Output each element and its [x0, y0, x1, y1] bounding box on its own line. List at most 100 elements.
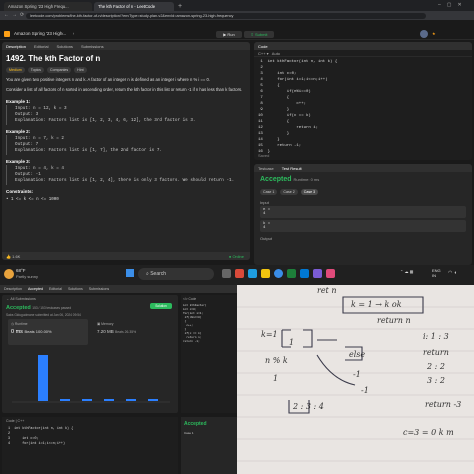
- difficulty-badge[interactable]: Medium: [6, 67, 25, 73]
- tray-icons[interactable]: ⌃ ☁ ▦: [400, 269, 413, 274]
- windows-taskbar: 68°F Partly sunny ⌕ Search ⌃ ☁ ▦ ENG IN ◠…: [0, 265, 474, 285]
- notes-drawing: ret n k = 1 → k ok return n k=1 i: 1 : 3…: [237, 286, 474, 462]
- tab-description[interactable]: Description: [6, 44, 26, 49]
- runtime-title: ◷ Runtime: [11, 322, 85, 326]
- weather-icon[interactable]: [4, 269, 14, 279]
- runtime-card[interactable]: ◷ Runtime 0 ms Beats 100.00%: [8, 319, 88, 345]
- run-button[interactable]: ▶ Run: [216, 30, 242, 38]
- weather-desc: Partly sunny: [16, 274, 39, 279]
- note-text: i: 1 : 3: [423, 332, 449, 341]
- runtime-value: 0 ms Beats 100.00%: [11, 329, 85, 335]
- submitted-by: Saira Gidugudmane submitted at Jan 06, 2…: [6, 313, 81, 317]
- tab-accepted[interactable]: Accepted: [28, 287, 43, 291]
- plan-nav-icon[interactable]: ‹ ›: [62, 31, 78, 36]
- region-label: IN: [432, 273, 436, 278]
- memory-value: 7.20 MB Beats 26.35%: [97, 329, 171, 334]
- wifi-icon[interactable]: ◠ ◖: [448, 270, 457, 276]
- saved-indicator: Saved: [258, 153, 270, 158]
- tab-code[interactable]: </> Code: [181, 295, 237, 303]
- input-k-box: k = 4: [260, 220, 466, 232]
- weather-temp: 68°F: [16, 268, 26, 273]
- problem-title: 1492. The kth Factor of n: [6, 54, 101, 63]
- hint-tag[interactable]: Hint: [74, 67, 87, 73]
- companies-tag[interactable]: Companies: [46, 67, 72, 73]
- chart-bar-highlight: [38, 355, 48, 401]
- topics-tag[interactable]: Topics: [27, 67, 44, 73]
- n-value: 4: [263, 212, 266, 216]
- memory-card[interactable]: ▣ Memory 7.20 MB Beats 26.35%: [94, 319, 174, 345]
- app-icon[interactable]: [326, 269, 335, 278]
- code-line: 16 }: [258, 150, 271, 154]
- tab-solutions[interactable]: Solutions: [68, 287, 83, 291]
- memory-title-label: Memory: [101, 322, 114, 326]
- submission-detail: ← All Submissions Accepted 153 / 153 tes…: [2, 295, 178, 413]
- back-link[interactable]: ← All Submissions: [2, 295, 178, 303]
- language-select[interactable]: C++: [258, 51, 266, 56]
- example-3-heading: Example 3:: [6, 159, 31, 164]
- output-label: Output: [260, 236, 273, 241]
- accepted-label: Accepted: [6, 305, 31, 311]
- tab-submissions[interactable]: Submissions: [89, 287, 109, 291]
- solution-button[interactable]: Solution: [150, 303, 172, 309]
- note-text: k=1: [261, 330, 278, 339]
- submit-button[interactable]: ⇧ Submit: [244, 30, 274, 38]
- note-text: -1: [361, 386, 369, 395]
- avatar[interactable]: [420, 30, 428, 38]
- result-mini: Accepted Case 1: [181, 417, 237, 474]
- problem-tabs: Description Editorial Solutions Submissi…: [2, 42, 250, 50]
- tab-editorial[interactable]: Editorial: [34, 44, 48, 49]
- premium-link[interactable]: ★: [432, 31, 436, 36]
- right-case[interactable]: Case 1: [181, 431, 237, 435]
- window-controls-icon[interactable]: –▢✕: [438, 2, 468, 8]
- tab-testcase[interactable]: Testcase: [258, 166, 274, 171]
- app-icon[interactable]: [300, 269, 309, 278]
- submission-window: Description Accepted Editorial Solutions…: [0, 285, 237, 474]
- chart-bar: [148, 399, 158, 401]
- tab-test-result[interactable]: Test Result: [282, 166, 302, 171]
- lang-bar: C++ ▾ Auto: [254, 50, 472, 57]
- tab-editorial[interactable]: Editorial: [49, 287, 62, 291]
- like-icon[interactable]: 👍: [6, 254, 11, 259]
- tab-submissions[interactable]: Submissions: [81, 44, 104, 49]
- study-plan-link[interactable]: Amazon Spring '23 High...: [14, 31, 66, 36]
- case-3-tab[interactable]: Case 3: [300, 189, 319, 195]
- example-1-heading: Example 1:: [6, 99, 31, 104]
- edge-icon[interactable]: [248, 269, 257, 278]
- code-line: 4 for(int i=1;i<=n;i++): [6, 442, 66, 446]
- code-panel-mini: </> Code int kthFactor( int c=0; for(int…: [181, 295, 237, 413]
- app-icon[interactable]: [235, 269, 244, 278]
- problem-description: You are given two positive integers n an…: [6, 77, 210, 82]
- code-editor[interactable]: 1 int kthFactor(int n, int k) { 2 3 int …: [254, 57, 472, 157]
- chrome-icon[interactable]: [274, 269, 283, 278]
- auto-label: Auto: [271, 51, 281, 56]
- windows-start-icon[interactable]: [126, 269, 134, 277]
- case-tabs: Case 1 Case 2 Case 3: [254, 187, 472, 197]
- case-2-tab[interactable]: Case 2: [280, 189, 298, 195]
- app-icon[interactable]: [313, 269, 322, 278]
- chart-bar: [82, 399, 92, 401]
- note-text: 3 : 2: [427, 376, 445, 385]
- right-accepted: Accepted: [184, 421, 207, 427]
- taskbar-search[interactable]: ⌕ Search: [138, 268, 214, 280]
- tab-code[interactable]: Code: [258, 44, 268, 49]
- code-panel: Code C++ ▾ Auto 1 int kthFactor(int n, i…: [254, 42, 472, 160]
- case-1-tab[interactable]: Case 1: [260, 189, 278, 195]
- nav-arrows-icon[interactable]: ←→⟳: [4, 12, 27, 18]
- new-tab-icon[interactable]: +: [178, 3, 182, 10]
- chart-bar: [104, 399, 114, 401]
- address-bar[interactable]: leetcode.com/problems/the-kth-factor-of-…: [26, 12, 426, 19]
- app-icon[interactable]: [287, 269, 296, 278]
- input-label: Input: [260, 200, 269, 205]
- note-text: -1: [353, 370, 361, 379]
- language-indicator[interactable]: ENG IN: [432, 268, 441, 278]
- note-text: ret n: [317, 286, 336, 295]
- file-explorer-icon[interactable]: [261, 269, 270, 278]
- submission-code: Code | C++ 1 int kthFactor(int n, int k)…: [2, 417, 178, 474]
- task-view-icon[interactable]: [222, 269, 231, 278]
- handwritten-notes-photo: ret n k = 1 → k ok return n k=1 i: 1 : 3…: [237, 285, 474, 474]
- note-text: 1: [273, 374, 278, 383]
- tab-solutions[interactable]: Solutions: [56, 44, 72, 49]
- leetcode-logo-icon[interactable]: [4, 31, 10, 37]
- constraint-text: 1 <= k <= n <= 1000: [11, 198, 59, 202]
- tab-description[interactable]: Description: [4, 287, 22, 291]
